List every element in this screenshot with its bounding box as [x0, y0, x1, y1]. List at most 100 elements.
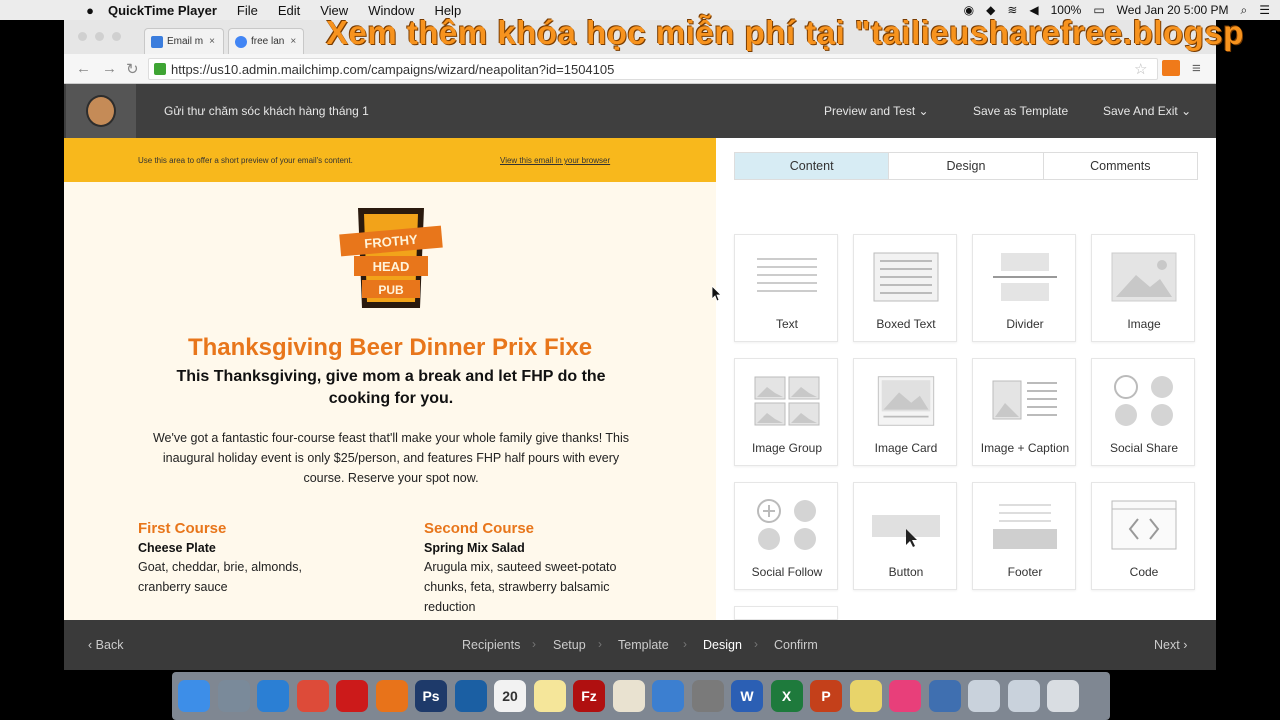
bookmark-star-icon[interactable]: ☆ — [1134, 60, 1147, 78]
email-headline[interactable]: Thanksgiving Beer Dinner Prix Fixe — [64, 334, 716, 362]
forward-arrow-icon[interactable]: → — [102, 60, 117, 77]
window-zoom-icon[interactable] — [112, 32, 121, 41]
app-icon[interactable] — [454, 680, 487, 712]
close-icon[interactable]: × — [290, 36, 296, 47]
view-in-browser-link[interactable]: View this email in your browser — [500, 156, 610, 165]
filezilla-icon[interactable]: Fz — [573, 680, 605, 712]
calendar-icon[interactable]: 20 — [494, 680, 526, 712]
campaign-name[interactable]: Gửi thư chăm sóc khách hàng tháng 1 — [164, 104, 369, 118]
block-social-follow[interactable]: Social Follow — [734, 482, 838, 590]
tab-email[interactable]: Email m × — [144, 28, 224, 54]
chevron-down-icon: ⌄ — [1181, 104, 1192, 118]
block-button[interactable]: Button — [853, 482, 957, 590]
menu-app-name[interactable]: QuickTime Player — [108, 3, 217, 18]
mac-dock: Ps 20 Fz W X P — [172, 672, 1110, 720]
notes-icon[interactable] — [533, 680, 566, 712]
launchpad-icon[interactable] — [217, 680, 250, 712]
itunes-icon[interactable] — [889, 680, 921, 712]
downloads-icon[interactable] — [968, 680, 1000, 712]
course-block-2[interactable]: Second Course Spring Mix Salad Arugula m… — [424, 520, 644, 617]
tab-comments[interactable]: Comments — [1044, 153, 1197, 179]
powerpoint-icon[interactable]: P — [810, 680, 842, 712]
image-group-block-icon — [754, 376, 820, 426]
next-label: Next — [1154, 638, 1180, 652]
block-label: Code — [1129, 565, 1159, 579]
save-as-template-button[interactable]: Save as Template — [973, 104, 1068, 118]
excel-icon[interactable]: X — [770, 680, 803, 712]
documents-icon[interactable] — [1007, 680, 1040, 712]
menu-edit[interactable]: Edit — [278, 3, 300, 18]
reload-icon[interactable]: ↻ — [126, 60, 139, 78]
google-icon — [235, 35, 247, 48]
social-follow-block-icon — [757, 499, 816, 550]
preheader[interactable]: Use this area to offer a short preview o… — [64, 138, 716, 182]
image-caption-block-icon — [992, 380, 1057, 420]
back-button[interactable]: ‹ Back — [88, 638, 123, 652]
word-icon[interactable]: W — [731, 680, 763, 712]
menu-file[interactable]: File — [237, 3, 258, 18]
window-close-icon[interactable] — [78, 32, 87, 41]
notification-center-icon[interactable]: ☰ — [1259, 3, 1270, 17]
firefox-icon[interactable] — [375, 680, 408, 712]
extension-icon[interactable] — [1162, 60, 1180, 76]
next-button[interactable]: Next › — [1154, 638, 1187, 652]
email-preview[interactable]: Use this area to offer a short preview o… — [64, 138, 716, 620]
step-template[interactable]: Template — [618, 638, 669, 652]
block-image-card[interactable]: Image Card — [853, 358, 957, 466]
email-subhead[interactable]: This Thanksgiving, give mom a break and … — [144, 366, 638, 410]
browser-menu-icon[interactable]: ≡ — [1192, 60, 1201, 77]
block-footer[interactable]: Footer — [972, 482, 1076, 590]
code-block-icon — [1111, 500, 1177, 550]
back-label: Back — [95, 638, 124, 652]
chevron-down-icon: ⌄ — [918, 104, 929, 118]
preview-and-test-button[interactable]: Preview and Test ⌄ — [824, 104, 929, 118]
close-icon[interactable]: × — [209, 36, 215, 47]
course-block-1[interactable]: First Course Cheese Plate Goat, cheddar,… — [138, 520, 358, 597]
step-recipients[interactable]: Recipients — [462, 638, 520, 652]
quicktime-icon[interactable] — [928, 680, 961, 712]
back-arrow-icon[interactable]: ← — [76, 60, 91, 77]
tab-content[interactable]: Content — [735, 153, 890, 179]
block-boxed-text[interactable]: Boxed Text — [853, 234, 957, 342]
finder-icon[interactable] — [178, 680, 210, 712]
trash-icon[interactable] — [1047, 680, 1079, 712]
email-body-text[interactable]: We've got a fantastic four-course feast … — [144, 428, 638, 488]
apple-icon[interactable]: ● — [82, 3, 98, 18]
window-minimize-icon[interactable] — [95, 32, 104, 41]
boxed-text-block-icon — [873, 252, 939, 302]
block-label: Boxed Text — [876, 317, 936, 331]
chevron-right-icon: › — [683, 637, 687, 651]
photoshop-icon[interactable]: Ps — [415, 680, 447, 712]
address-toolbar: ← → ↻ https://us10.admin.mailchimp.com/c… — [64, 54, 1216, 84]
text-block-icon — [757, 258, 817, 292]
step-design[interactable]: Design — [703, 638, 742, 652]
block-image-group[interactable]: Image Group — [734, 358, 838, 466]
block-social-share[interactable]: Social Share — [1091, 358, 1195, 466]
chrome-icon[interactable] — [296, 680, 329, 712]
freddie-icon — [86, 95, 116, 127]
opera-icon[interactable] — [336, 680, 368, 712]
block-divider[interactable]: Divider — [972, 234, 1076, 342]
course-title: Second Course — [424, 520, 535, 537]
frothy-head-pub-logo[interactable]: FROTHY HEAD PUB — [336, 200, 446, 320]
tab-design[interactable]: Design — [889, 153, 1044, 179]
block-image[interactable]: Image — [1091, 234, 1195, 342]
mailchimp-logo[interactable] — [66, 84, 136, 138]
course-description: Arugula mix, sauteed sweet-potato chunks… — [424, 560, 617, 614]
photos-icon[interactable] — [612, 680, 645, 712]
system-preferences-icon[interactable] — [691, 680, 724, 712]
stickies-icon[interactable] — [849, 680, 882, 712]
block-text[interactable]: Text — [734, 234, 838, 342]
save-and-exit-button[interactable]: Save And Exit ⌄ — [1103, 104, 1191, 118]
url-input[interactable]: https://us10.admin.mailchimp.com/campaig… — [148, 58, 1158, 80]
block-image-caption[interactable]: Image + Caption — [972, 358, 1076, 466]
preview-icon[interactable] — [652, 680, 684, 712]
safari-icon[interactable] — [257, 680, 289, 712]
step-setup[interactable]: Setup — [553, 638, 586, 652]
tab-free-lan[interactable]: free lan × — [228, 28, 304, 54]
block-code[interactable]: Code — [1091, 482, 1195, 590]
block-label: Divider — [1006, 317, 1044, 331]
block-partial[interactable] — [734, 606, 838, 620]
step-confirm[interactable]: Confirm — [774, 638, 818, 652]
chevron-right-icon: › — [754, 637, 758, 651]
